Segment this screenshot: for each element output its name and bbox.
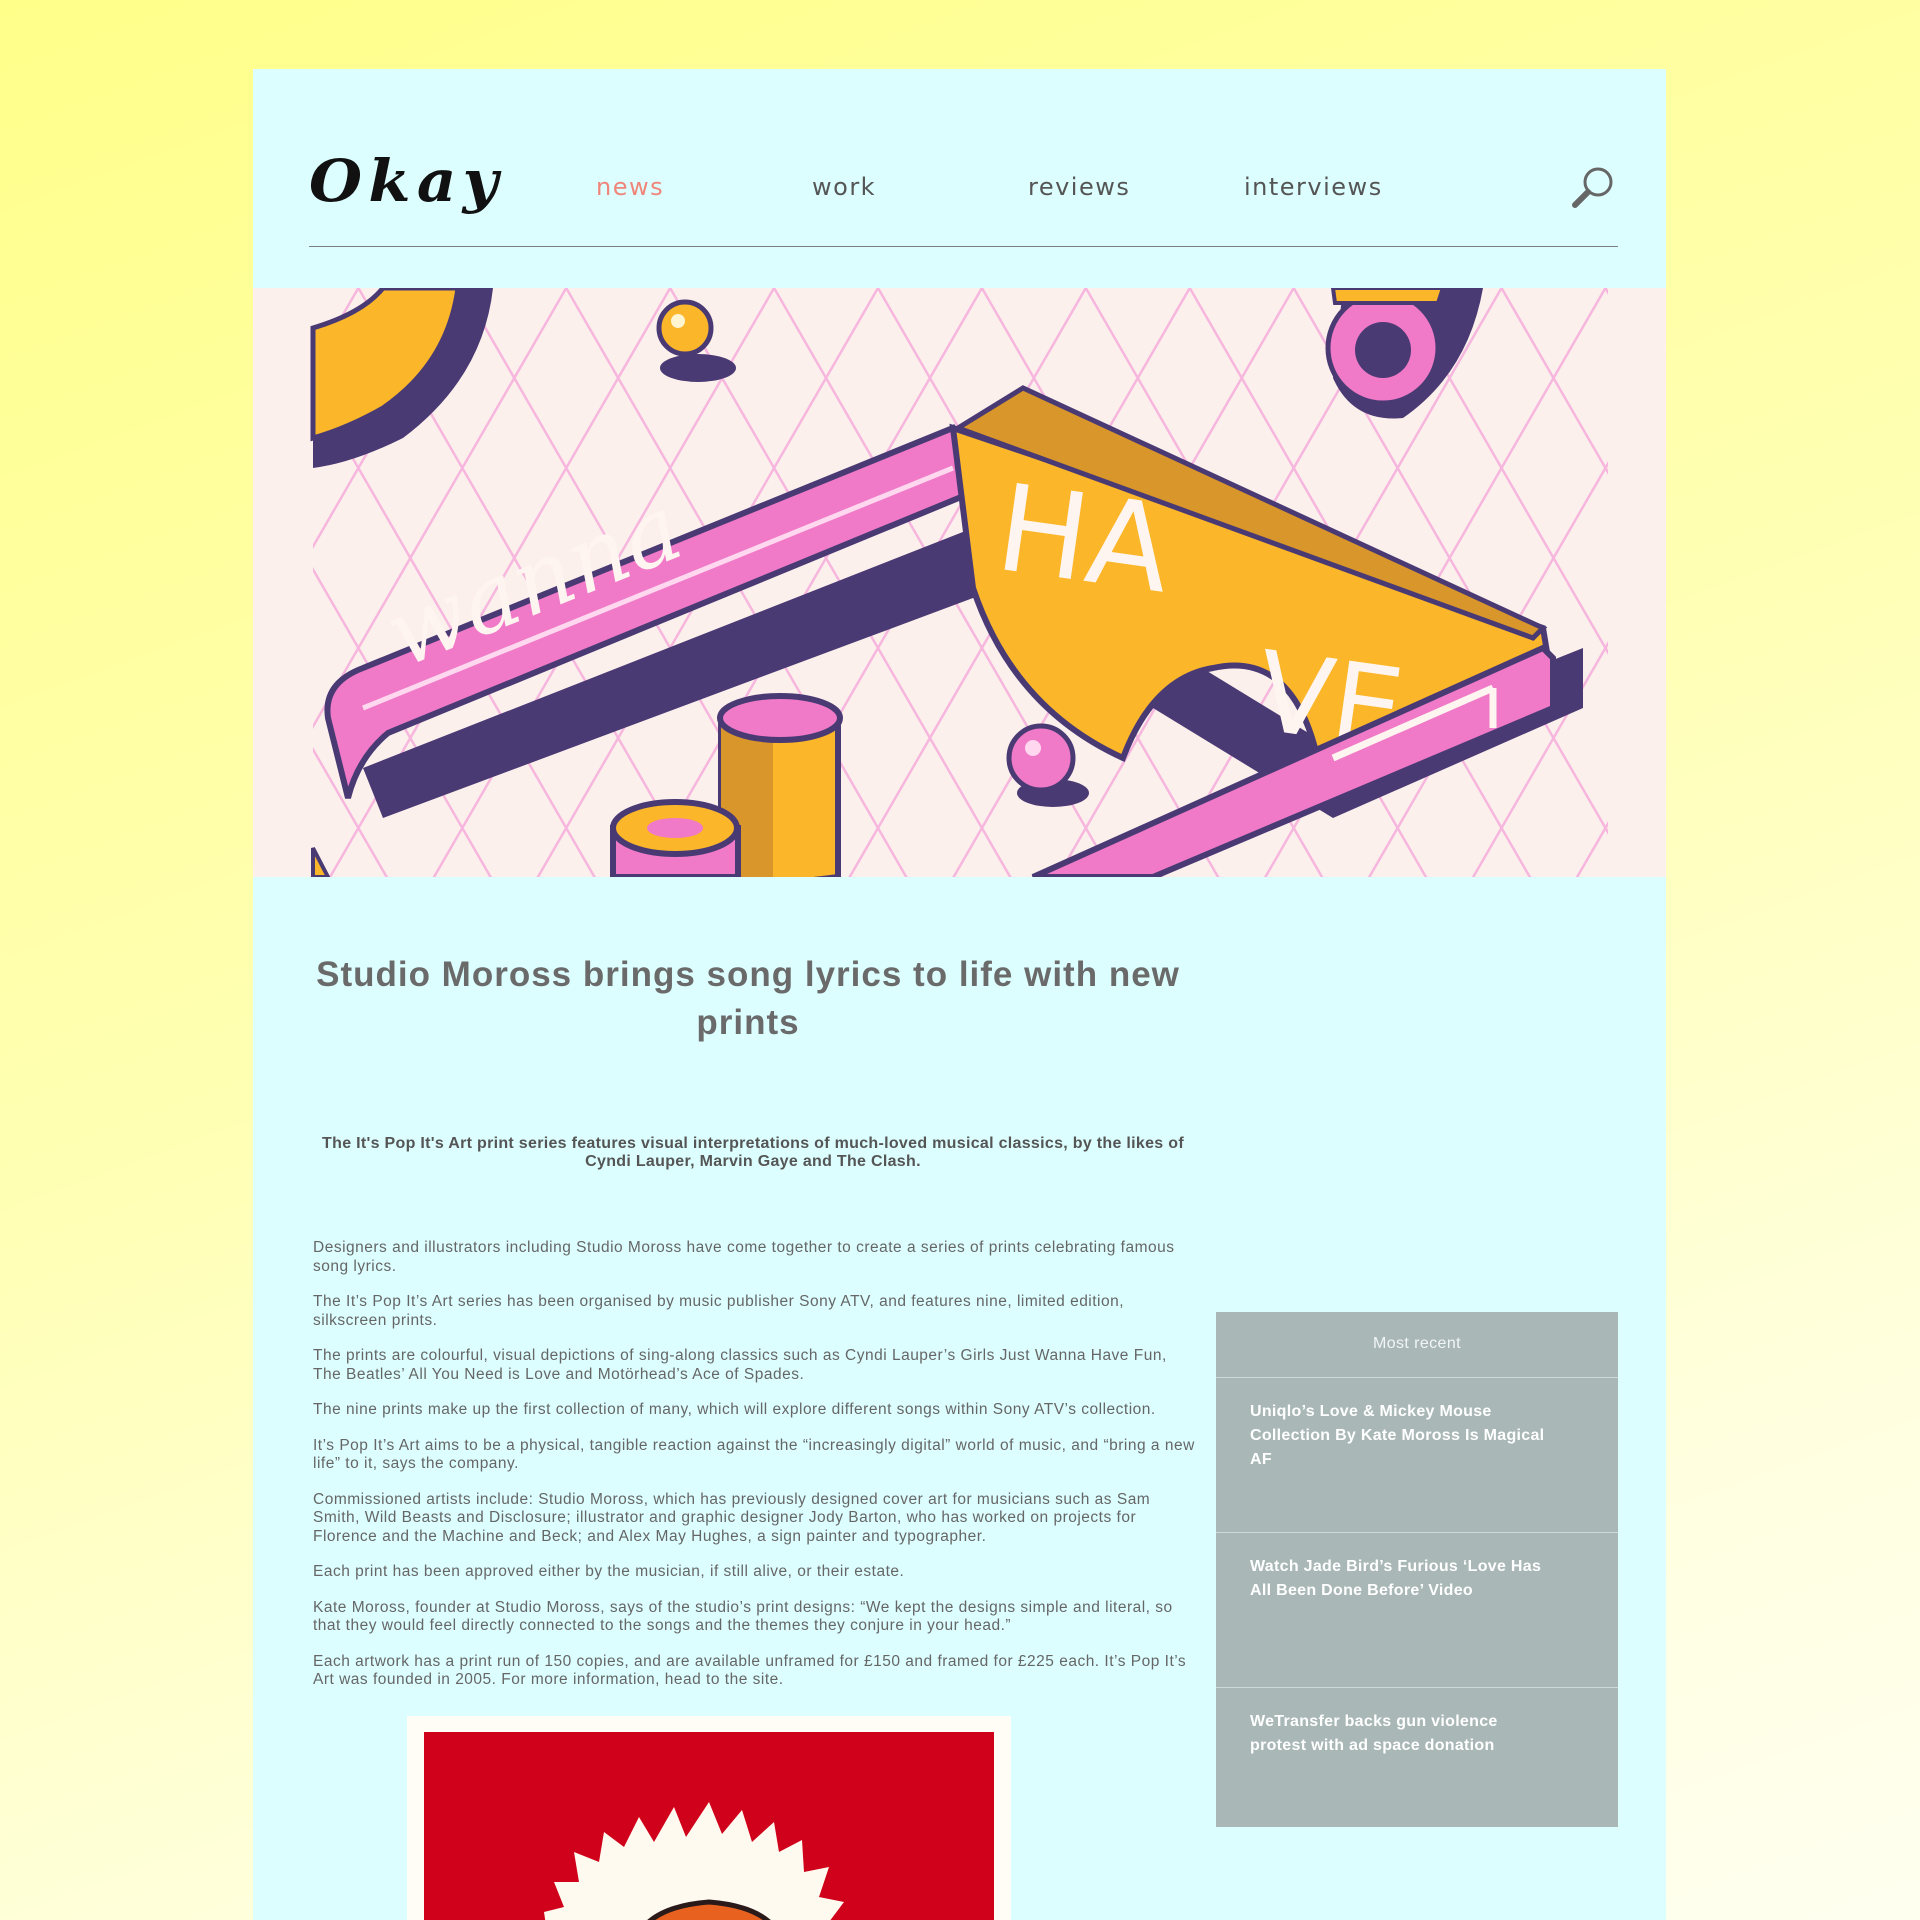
- sidebar-article-link[interactable]: Watch Jade Bird’s Furious ‘Love Has All …: [1216, 1532, 1618, 1687]
- nav-news[interactable]: news: [596, 173, 664, 201]
- sidebar-article-title: Watch Jade Bird’s Furious ‘Love Has All …: [1250, 1558, 1542, 1599]
- article-paragraph: Each print has been approved either by t…: [313, 1563, 905, 1580]
- search-icon[interactable]: [1570, 164, 1618, 212]
- hero-image: wanna HA VE: [253, 288, 1666, 877]
- article-paragraph: The It’s Pop It’s Art series has been or…: [313, 1293, 1125, 1329]
- article-paragraph: Designers and illustrators including Stu…: [313, 1239, 1175, 1275]
- article-paragraph: The prints are colourful, visual depicti…: [313, 1347, 1167, 1383]
- article-paragraph: Commissioned artists include: Studio Mor…: [313, 1490, 1151, 1545]
- article-paragraph: Each artwork has a print run of 150 copi…: [313, 1652, 1187, 1689]
- print-image: [407, 1716, 1011, 1920]
- site-logo[interactable]: Okay: [309, 147, 504, 215]
- sidebar-article-link[interactable]: WeTransfer backs gun violence protest wi…: [1216, 1687, 1618, 1842]
- hero-lettering-ha: HA: [989, 459, 1179, 621]
- nav-interviews[interactable]: interviews: [1244, 173, 1383, 201]
- article-title: Studio Moross brings song lyrics to life…: [316, 955, 1180, 1042]
- sidebar-article-title: WeTransfer backs gun violence protest wi…: [1250, 1713, 1498, 1754]
- print-artwork: [424, 1732, 994, 1920]
- nav-reviews[interactable]: reviews: [1028, 173, 1130, 201]
- sidebar-article-link[interactable]: Uniqlo’s Love & Mickey Mouse Collection …: [1216, 1377, 1618, 1532]
- sidebar-heading: Most recent: [1373, 1335, 1461, 1352]
- most-recent-sidebar: Most recent Uniqlo’s Love & Mickey Mouse…: [1216, 1312, 1618, 1827]
- article-paragraph: The nine prints make up the first collec…: [313, 1401, 1156, 1418]
- article-paragraph: Kate Moross, founder at Studio Moross, s…: [313, 1598, 1173, 1635]
- sidebar-article-title: Uniqlo’s Love & Mickey Mouse Collection …: [1250, 1403, 1545, 1468]
- page-container: Okay news work reviews interviews wanna …: [253, 69, 1666, 1920]
- nav-work[interactable]: work: [812, 173, 876, 201]
- article-paragraph: It’s Pop It’s Art aims to be a physical,…: [313, 1436, 1195, 1473]
- site-header: Okay news work reviews interviews: [309, 69, 1618, 247]
- article-standfirst: The It's Pop It's Art print series featu…: [322, 1135, 1184, 1170]
- article-body: Designers and illustrators including Stu…: [313, 1239, 1199, 1707]
